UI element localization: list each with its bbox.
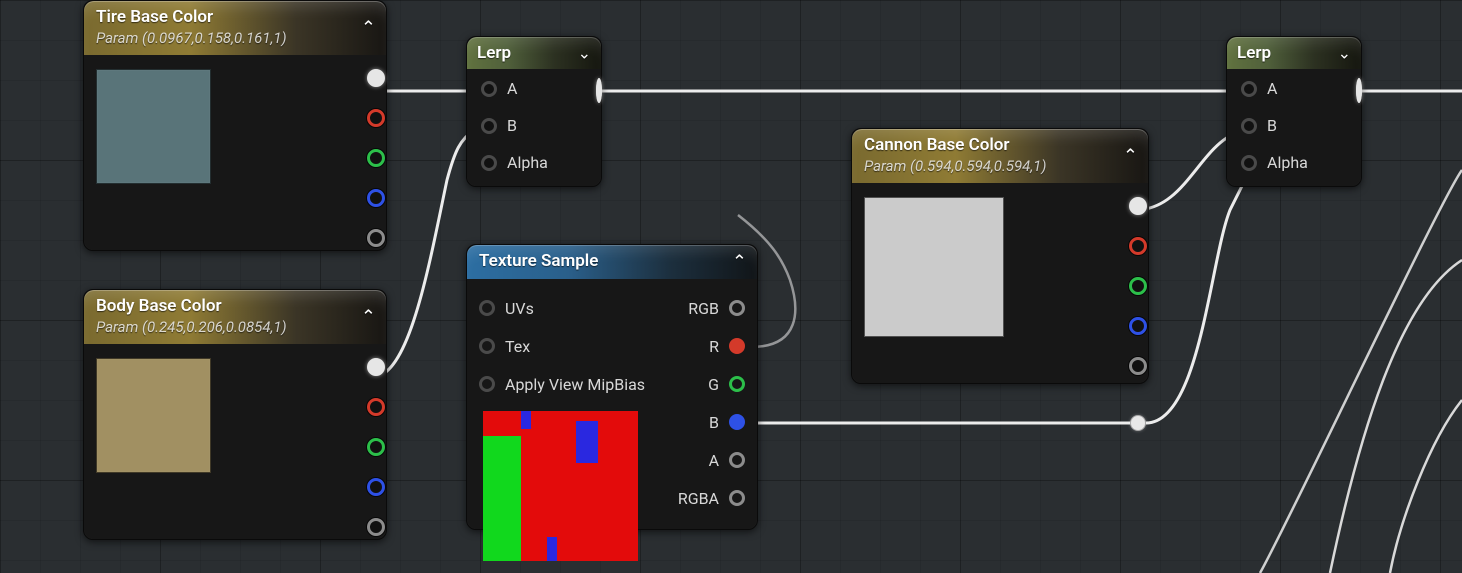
input-pin-alpha[interactable]: Alpha [481,153,587,172]
output-pin-g[interactable] [367,147,387,169]
color-swatch [864,197,1004,337]
input-pin-uvs[interactable]: UVs [479,299,534,318]
collapse-icon[interactable]: ⌄ [1338,44,1351,63]
input-pin-mipbias[interactable]: Apply View MipBias [479,375,645,394]
input-pin-tex[interactable]: Tex [479,337,530,356]
output-pin[interactable] [596,81,602,100]
output-pin-b[interactable]: B [709,413,745,432]
collapse-icon[interactable]: ⌄ [578,44,591,63]
node-body-base-color[interactable]: Body Base Color Param (0.245,0.206,0.085… [83,289,387,540]
output-pin-r[interactable] [1129,235,1149,257]
collapse-icon[interactable]: ⌃ [1123,146,1138,167]
node-lerp-2[interactable]: Lerp ⌄ A B Alpha [1226,36,1362,187]
output-pin-a[interactable] [367,227,387,249]
node-header[interactable]: Lerp ⌄ [467,37,601,69]
output-pin-b[interactable] [367,187,387,209]
input-pin-a[interactable]: A [1241,79,1347,98]
output-pin-rgb[interactable]: RGB [688,299,745,318]
output-pin-rgb[interactable] [1129,195,1149,217]
collapse-icon[interactable]: ⌃ [361,18,376,39]
input-pin-b[interactable]: B [481,116,587,135]
node-header[interactable]: Lerp ⌄ [1227,37,1361,69]
output-pin-b[interactable] [367,476,387,498]
node-title: Lerp [477,43,591,63]
output-pin[interactable] [1356,81,1362,100]
node-subtitle: Param (0.0967,0.158,0.161,1) [96,29,374,47]
node-title: Tire Base Color [96,7,374,27]
output-pin-g[interactable] [1129,275,1149,297]
output-pin-r[interactable] [367,396,387,418]
node-texture-sample[interactable]: Texture Sample ⌃ UVs RGB Tex R Apply Vie… [466,244,758,530]
input-pin-b[interactable]: B [1241,116,1347,135]
output-pin-rgba[interactable]: RGBA [678,489,745,508]
output-pin-b[interactable] [1129,315,1149,337]
node-header[interactable]: Tire Base Color Param (0.0967,0.158,0.16… [84,1,386,55]
collapse-icon[interactable]: ⌃ [732,252,747,273]
output-pin-rgb[interactable] [367,356,387,378]
collapse-icon[interactable]: ⌃ [361,307,376,328]
node-lerp-1[interactable]: Lerp ⌄ A B Alpha [466,36,602,187]
output-pin-a[interactable] [1129,355,1149,377]
node-header[interactable]: Cannon Base Color Param (0.594,0.594,0.5… [852,129,1148,183]
color-swatch [96,69,211,184]
output-pin-rgb[interactable] [367,67,387,89]
output-pin-r[interactable] [367,107,387,129]
node-header[interactable]: Texture Sample ⌃ [467,245,757,279]
output-pin-a[interactable] [367,516,387,538]
input-pin-a[interactable]: A [481,79,587,98]
color-swatch [96,358,211,473]
node-title: Cannon Base Color [864,135,1136,155]
output-pin-g[interactable] [367,436,387,458]
node-tire-base-color[interactable]: Tire Base Color Param (0.0967,0.158,0.16… [83,0,387,251]
input-pin-alpha[interactable]: Alpha [1241,153,1347,172]
node-title: Texture Sample [479,251,745,271]
reroute-node[interactable] [1130,415,1146,431]
node-subtitle: Param (0.594,0.594,0.594,1) [864,157,1136,175]
node-cannon-base-color[interactable]: Cannon Base Color Param (0.594,0.594,0.5… [851,128,1149,384]
node-title: Lerp [1237,43,1351,63]
output-pin-a[interactable]: A [709,451,745,470]
node-title: Body Base Color [96,296,374,316]
node-subtitle: Param (0.245,0.206,0.0854,1) [96,318,374,336]
node-header[interactable]: Body Base Color Param (0.245,0.206,0.085… [84,290,386,344]
output-pin-r[interactable]: R [709,337,745,356]
texture-preview [483,411,638,561]
output-pin-g[interactable]: G [708,375,745,394]
